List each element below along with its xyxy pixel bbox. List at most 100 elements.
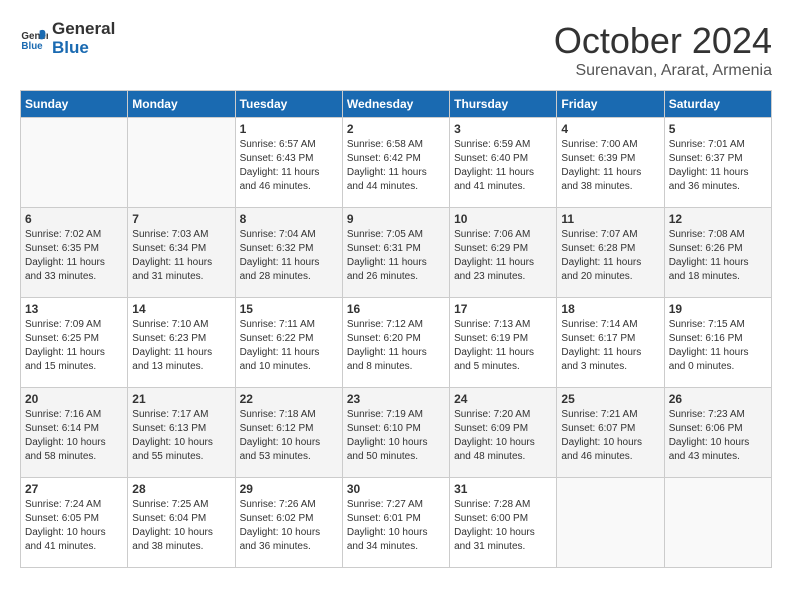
calendar-week-row: 6Sunrise: 7:02 AMSunset: 6:35 PMDaylight… — [21, 208, 772, 298]
svg-text:Blue: Blue — [21, 40, 43, 51]
day-number: 30 — [347, 482, 445, 496]
calendar-week-row: 20 Sunrise: 7:16 AMSunset: 6:14 PMDayligh… — [21, 388, 772, 478]
day-info: Sunrise: 7:23 AMSunset: 6:06 PMDaylight:… — [669, 408, 767, 464]
calendar-week-row: 27 Sunrise: 7:24 AMSunset: 6:05 PMDayligh… — [21, 478, 772, 568]
calendar-cell — [128, 118, 235, 208]
calendar-cell: 27 Sunrise: 7:24 AMSunset: 6:05 PMDayligh… — [21, 478, 128, 568]
day-info: Sunrise: 7:04 AMSunset: 6:32 PMDaylight:… — [240, 228, 338, 284]
day-info: Sunrise: 7:28 AMSunset: 6:00 PMDaylight:… — [454, 498, 552, 554]
day-number: 7 — [132, 212, 230, 226]
location-title: Surenavan, Ararat, Armenia — [554, 62, 772, 80]
day-info: Sunrise: 6:58 AMSunset: 6:42 PMDaylight:… — [347, 138, 445, 194]
day-number: 18 — [561, 302, 659, 316]
day-number: 9 — [347, 212, 445, 226]
calendar-cell: 2 Sunrise: 6:58 AMSunset: 6:42 PMDaylight… — [342, 118, 449, 208]
calendar-cell: 15Sunrise: 7:11 AMSunset: 6:22 PMDayligh… — [235, 298, 342, 388]
day-info: Sunrise: 7:27 AMSunset: 6:01 PMDaylight:… — [347, 498, 445, 554]
weekday-header-monday: Monday — [128, 91, 235, 118]
calendar-cell: 29 Sunrise: 7:26 AMSunset: 6:02 PMDayligh… — [235, 478, 342, 568]
day-info: Sunrise: 7:16 AMSunset: 6:14 PMDaylight:… — [25, 408, 123, 464]
calendar-cell — [664, 478, 771, 568]
calendar-cell: 18 Sunrise: 7:14 AMSunset: 6:17 PMDayligh… — [557, 298, 664, 388]
day-info: Sunrise: 7:17 AMSunset: 6:13 PMDaylight:… — [132, 408, 230, 464]
day-number: 28 — [132, 482, 230, 496]
day-number: 11 — [561, 212, 659, 226]
calendar-week-row: 1Sunrise: 6:57 AMSunset: 6:43 PMDaylight… — [21, 118, 772, 208]
weekday-header-friday: Friday — [557, 91, 664, 118]
calendar-cell: 11 Sunrise: 7:07 AMSunset: 6:28 PMDayligh… — [557, 208, 664, 298]
day-number: 24 — [454, 392, 552, 406]
calendar-cell — [21, 118, 128, 208]
calendar-cell: 12 Sunrise: 7:08 AMSunset: 6:26 PMDayligh… — [664, 208, 771, 298]
day-number: 15 — [240, 302, 338, 316]
day-number: 21 — [132, 392, 230, 406]
calendar-cell: 25 Sunrise: 7:21 AMSunset: 6:07 PMDayligh… — [557, 388, 664, 478]
calendar-cell: 20 Sunrise: 7:16 AMSunset: 6:14 PMDayligh… — [21, 388, 128, 478]
day-info: Sunrise: 7:26 AMSunset: 6:02 PMDaylight:… — [240, 498, 338, 554]
calendar-cell: 1Sunrise: 6:57 AMSunset: 6:43 PMDaylight… — [235, 118, 342, 208]
day-info: Sunrise: 7:21 AMSunset: 6:07 PMDaylight:… — [561, 408, 659, 464]
calendar-cell: 7 Sunrise: 7:03 AMSunset: 6:34 PMDaylight… — [128, 208, 235, 298]
day-number: 2 — [347, 122, 445, 136]
day-number: 3 — [454, 122, 552, 136]
day-number: 1 — [240, 122, 338, 136]
logo: General Blue General Blue — [20, 20, 115, 57]
day-number: 25 — [561, 392, 659, 406]
day-number: 22 — [240, 392, 338, 406]
day-info: Sunrise: 7:25 AMSunset: 6:04 PMDaylight:… — [132, 498, 230, 554]
day-info: Sunrise: 7:08 AMSunset: 6:26 PMDaylight:… — [669, 228, 767, 284]
day-number: 23 — [347, 392, 445, 406]
calendar-cell: 6Sunrise: 7:02 AMSunset: 6:35 PMDaylight… — [21, 208, 128, 298]
calendar-cell: 28 Sunrise: 7:25 AMSunset: 6:04 PMDayligh… — [128, 478, 235, 568]
calendar-cell: 13 Sunrise: 7:09 AMSunset: 6:25 PMDayligh… — [21, 298, 128, 388]
day-number: 19 — [669, 302, 767, 316]
calendar-week-row: 13 Sunrise: 7:09 AMSunset: 6:25 PMDayligh… — [21, 298, 772, 388]
calendar-cell: 19 Sunrise: 7:15 AMSunset: 6:16 PMDayligh… — [664, 298, 771, 388]
day-number: 14 — [132, 302, 230, 316]
day-number: 26 — [669, 392, 767, 406]
day-info: Sunrise: 7:15 AMSunset: 6:16 PMDaylight:… — [669, 318, 767, 374]
day-info: Sunrise: 7:10 AMSunset: 6:23 PMDaylight:… — [132, 318, 230, 374]
day-info: Sunrise: 7:00 AMSunset: 6:39 PMDaylight:… — [561, 138, 659, 194]
calendar-cell: 31Sunrise: 7:28 AMSunset: 6:00 PMDayligh… — [450, 478, 557, 568]
weekday-header-saturday: Saturday — [664, 91, 771, 118]
day-number: 27 — [25, 482, 123, 496]
day-number: 16 — [347, 302, 445, 316]
day-info: Sunrise: 7:24 AMSunset: 6:05 PMDaylight:… — [25, 498, 123, 554]
logo-general-text: General — [52, 20, 115, 39]
day-number: 10 — [454, 212, 552, 226]
calendar-cell: 24 Sunrise: 7:20 AMSunset: 6:09 PMDayligh… — [450, 388, 557, 478]
day-info: Sunrise: 7:05 AMSunset: 6:31 PMDaylight:… — [347, 228, 445, 284]
title-area: October 2024 Surenavan, Ararat, Armenia — [554, 20, 772, 80]
day-info: Sunrise: 7:18 AMSunset: 6:12 PMDaylight:… — [240, 408, 338, 464]
calendar-cell: 23Sunrise: 7:19 AMSunset: 6:10 PMDayligh… — [342, 388, 449, 478]
day-number: 29 — [240, 482, 338, 496]
logo-icon: General Blue — [20, 25, 48, 53]
calendar-cell: 4 Sunrise: 7:00 AMSunset: 6:39 PMDaylight… — [557, 118, 664, 208]
calendar-cell: 8Sunrise: 7:04 AMSunset: 6:32 PMDaylight… — [235, 208, 342, 298]
day-info: Sunrise: 7:13 AMSunset: 6:19 PMDaylight:… — [454, 318, 552, 374]
day-info: Sunrise: 7:14 AMSunset: 6:17 PMDaylight:… — [561, 318, 659, 374]
day-info: Sunrise: 7:02 AMSunset: 6:35 PMDaylight:… — [25, 228, 123, 284]
day-number: 4 — [561, 122, 659, 136]
day-info: Sunrise: 7:07 AMSunset: 6:28 PMDaylight:… — [561, 228, 659, 284]
day-info: Sunrise: 7:20 AMSunset: 6:09 PMDaylight:… — [454, 408, 552, 464]
calendar-cell: 26 Sunrise: 7:23 AMSunset: 6:06 PMDayligh… — [664, 388, 771, 478]
calendar-cell: 21 Sunrise: 7:17 AMSunset: 6:13 PMDayligh… — [128, 388, 235, 478]
day-info: Sunrise: 7:03 AMSunset: 6:34 PMDaylight:… — [132, 228, 230, 284]
calendar-cell: 5 Sunrise: 7:01 AMSunset: 6:37 PMDaylight… — [664, 118, 771, 208]
day-info: Sunrise: 7:12 AMSunset: 6:20 PMDaylight:… — [347, 318, 445, 374]
day-info: Sunrise: 7:06 AMSunset: 6:29 PMDaylight:… — [454, 228, 552, 284]
calendar-cell: 3Sunrise: 6:59 AMSunset: 6:40 PMDaylight… — [450, 118, 557, 208]
calendar-cell: 17Sunrise: 7:13 AMSunset: 6:19 PMDayligh… — [450, 298, 557, 388]
calendar-cell — [557, 478, 664, 568]
day-number: 20 — [25, 392, 123, 406]
day-info: Sunrise: 7:09 AMSunset: 6:25 PMDaylight:… — [25, 318, 123, 374]
day-number: 5 — [669, 122, 767, 136]
logo-blue-text: Blue — [52, 39, 115, 58]
calendar-cell: 30 Sunrise: 7:27 AMSunset: 6:01 PMDayligh… — [342, 478, 449, 568]
weekday-header-tuesday: Tuesday — [235, 91, 342, 118]
day-info: Sunrise: 7:01 AMSunset: 6:37 PMDaylight:… — [669, 138, 767, 194]
day-number: 12 — [669, 212, 767, 226]
day-number: 13 — [25, 302, 123, 316]
